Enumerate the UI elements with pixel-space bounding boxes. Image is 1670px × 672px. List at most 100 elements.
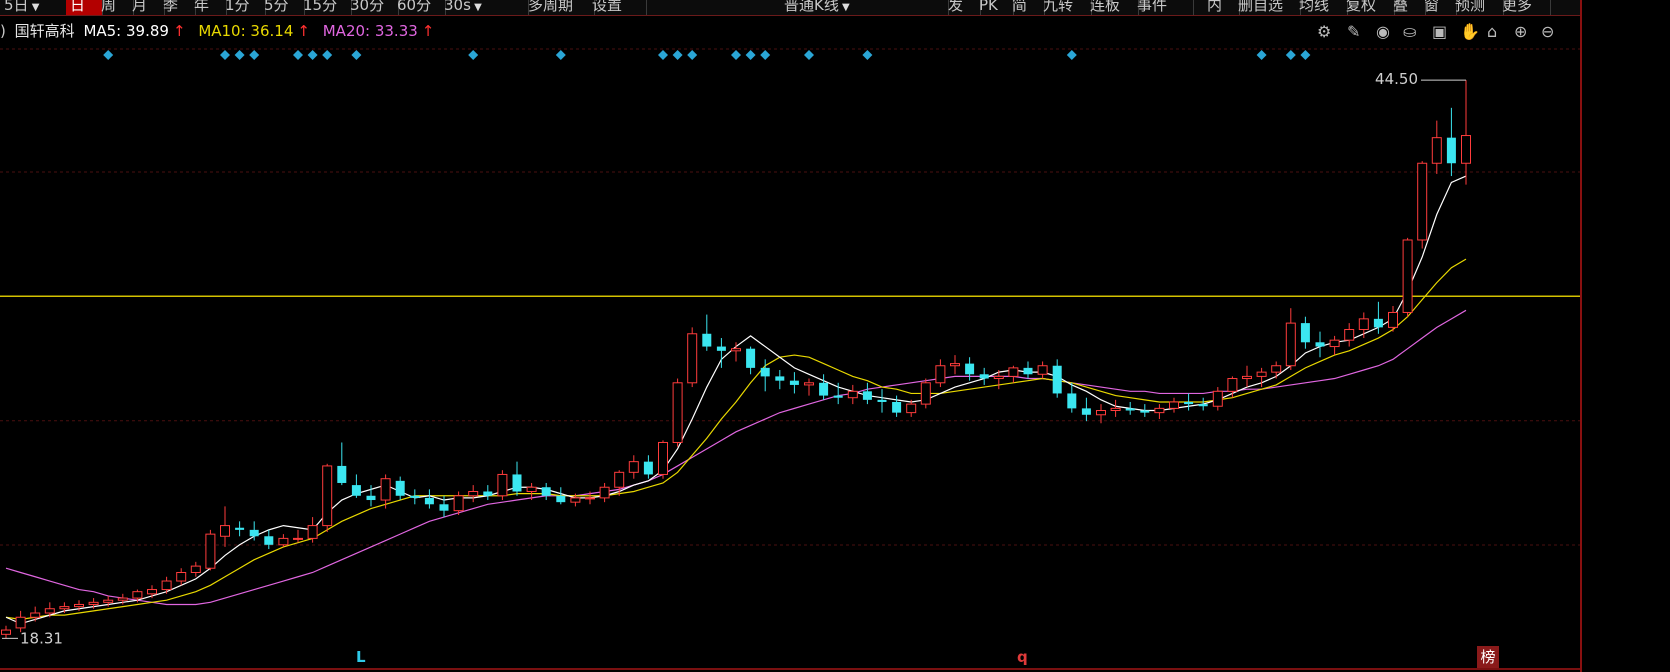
candle-body	[833, 395, 843, 398]
candle-body	[1242, 375, 1252, 380]
event-diamond	[220, 50, 230, 60]
candle-body	[775, 376, 785, 381]
candle-body	[892, 401, 902, 413]
candle-body	[293, 537, 303, 540]
candle-body	[1256, 371, 1267, 377]
candle-body	[1271, 365, 1282, 373]
candle-body	[395, 480, 405, 496]
candle-body	[862, 391, 872, 400]
candle-body	[789, 380, 799, 385]
event-diamond	[1256, 50, 1267, 60]
candle-body	[1081, 408, 1091, 415]
candle-body	[585, 497, 595, 500]
candle-body	[468, 490, 479, 497]
candle-body	[965, 363, 975, 375]
candle-body	[161, 580, 172, 591]
candle-body	[1227, 378, 1238, 392]
candle-body	[1402, 239, 1413, 313]
candle-body	[351, 485, 361, 496]
ma5-line	[5, 175, 1467, 625]
candle-body	[614, 471, 625, 488]
candle-body	[1329, 339, 1340, 348]
candle-body	[1212, 390, 1223, 407]
candle-body	[366, 495, 376, 501]
candle-body	[132, 591, 143, 599]
event-diamond	[249, 50, 260, 60]
candle-body	[424, 497, 434, 505]
candle-body	[847, 390, 858, 399]
candle-body	[1198, 404, 1208, 407]
candle-body	[410, 495, 420, 498]
candle-body	[628, 461, 639, 473]
candle-body	[672, 382, 683, 443]
event-diamond	[862, 50, 873, 60]
candle-body	[658, 441, 668, 475]
candle-body	[526, 486, 537, 492]
candle-body	[920, 382, 931, 405]
candle-body	[1169, 401, 1179, 409]
event-diamond	[731, 50, 741, 60]
candle-body	[190, 565, 201, 573]
event-diamond	[672, 50, 683, 60]
event-diamond	[468, 50, 479, 60]
candle-body	[1067, 393, 1077, 409]
candle-body	[322, 465, 333, 527]
candle-body	[483, 491, 493, 496]
candle-body	[453, 495, 464, 512]
candle-body	[44, 608, 55, 614]
candle-body	[906, 403, 917, 414]
candle-body	[1388, 311, 1398, 328]
candle-body	[1446, 137, 1456, 164]
event-diamond	[103, 50, 114, 60]
candle-body	[205, 533, 216, 569]
candle-body	[15, 616, 26, 629]
candle-body	[307, 525, 318, 539]
candle-body	[819, 382, 829, 396]
candle-body	[979, 374, 989, 379]
event-marker-l[interactable]: L	[356, 648, 366, 666]
event-diamond	[687, 50, 698, 60]
candle-body	[1125, 408, 1135, 411]
low-price-label: 18.31	[20, 629, 63, 647]
ranking-badge[interactable]: 榜	[1477, 646, 1499, 668]
event-diamond	[322, 50, 333, 60]
candle-body	[249, 529, 259, 537]
candle-body	[1417, 162, 1428, 241]
candle-body	[88, 601, 99, 605]
event-marker-q[interactable]: q	[1017, 648, 1028, 666]
candle-body	[1052, 365, 1062, 394]
candle-body	[1373, 318, 1383, 328]
candle-body	[804, 382, 814, 386]
event-diamond	[555, 50, 566, 60]
candle-body	[1358, 318, 1369, 331]
event-diamond	[234, 50, 245, 60]
candle-body	[702, 333, 712, 347]
candle-body	[1461, 135, 1471, 164]
candle-body	[117, 597, 128, 601]
candle-body	[1110, 407, 1121, 412]
candle-body	[731, 348, 741, 352]
candlestick-chart[interactable]: 45.9640.1934.3628.5222.6944.5018.31	[0, 0, 1580, 668]
candle-body	[541, 487, 551, 496]
candle-body	[760, 367, 770, 377]
candle-body	[439, 504, 449, 511]
candle-body	[1140, 410, 1150, 413]
candle-body	[1096, 410, 1106, 416]
candle-body	[1008, 367, 1019, 377]
candle-body	[746, 348, 756, 368]
candle-body	[1300, 323, 1310, 343]
candle-body	[278, 537, 289, 546]
bottom-frame	[0, 668, 1580, 670]
candle-body	[643, 461, 653, 475]
candle-body	[950, 363, 960, 367]
event-diamond	[745, 50, 756, 60]
candle-body	[1431, 137, 1442, 164]
candle-body	[687, 333, 698, 384]
event-diamond	[307, 50, 318, 60]
candle-body	[497, 473, 508, 497]
candle-body	[380, 478, 391, 501]
price-axis-panel	[1580, 0, 1670, 672]
candle-body	[716, 346, 726, 351]
event-diamond	[1066, 50, 1077, 60]
candle-body	[1344, 329, 1355, 341]
